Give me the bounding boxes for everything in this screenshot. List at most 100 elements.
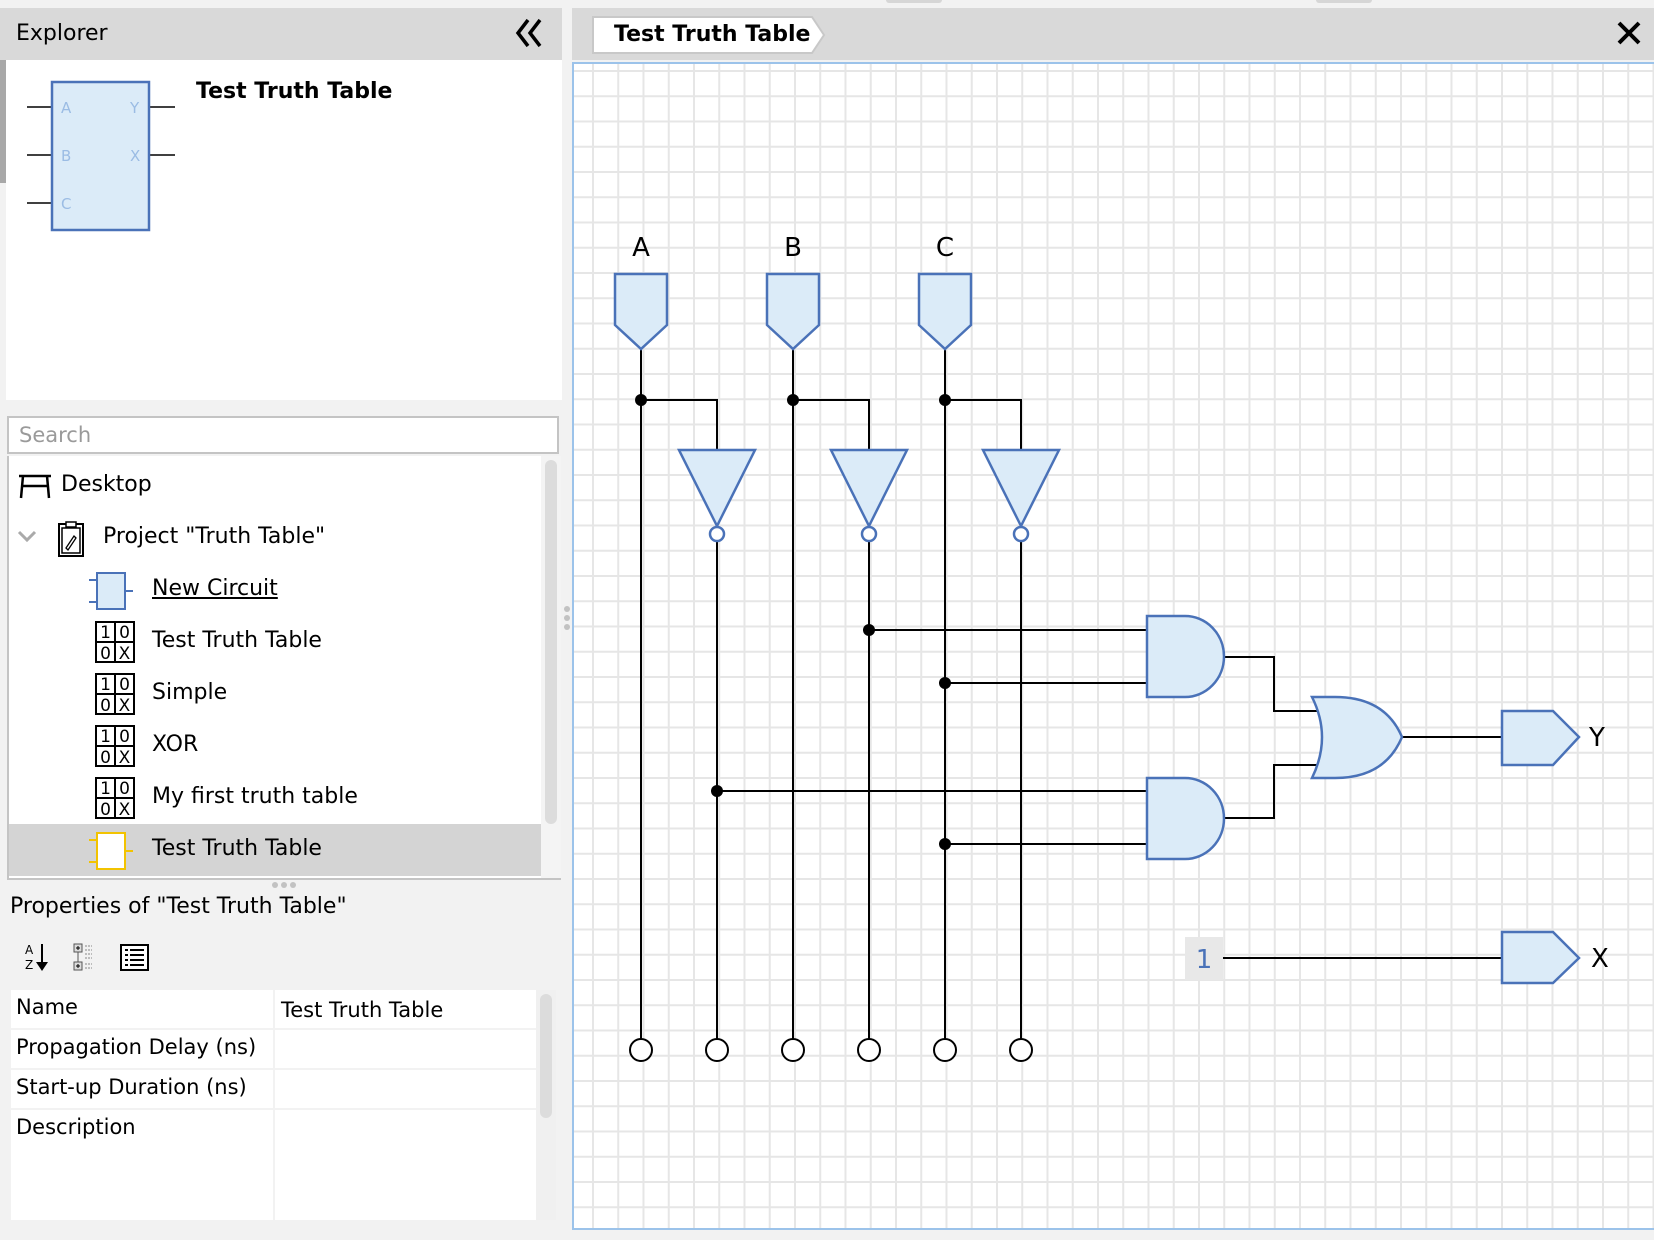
property-value-field[interactable]: Test Truth Table: [275, 990, 538, 1028]
project-tree: Desktop Project "Truth Table" New Circuit 1…: [7, 456, 561, 880]
junction-dot: [787, 394, 799, 406]
tree-item[interactable]: Test Truth Table: [9, 824, 541, 876]
property-value-field[interactable]: [275, 1070, 538, 1108]
properties-scrollbar-thumb[interactable]: [540, 994, 552, 1118]
svg-text:0: 0: [100, 800, 111, 819]
explorer-title: Explorer: [16, 21, 108, 46]
probe-c[interactable]: [933, 1038, 957, 1062]
and-gate-2[interactable]: [1145, 776, 1226, 861]
wire-c-to-not[interactable]: [945, 399, 1022, 450]
horizontal-splitter-handle[interactable]: [272, 882, 296, 888]
tree-item[interactable]: New Circuit: [9, 564, 541, 616]
not-gate-b[interactable]: [828, 448, 910, 529]
property-key: Propagation Delay (ns): [16, 1035, 257, 1059]
probe-not-b[interactable]: [857, 1038, 881, 1062]
property-row-startup-duration: Start-up Duration (ns): [11, 1070, 538, 1108]
tree-item[interactable]: 1 0 0 X My first truth table: [9, 772, 541, 824]
not-gate-a[interactable]: [676, 448, 758, 529]
wire-b-to-not[interactable]: [793, 399, 870, 450]
and-gate-1[interactable]: [1145, 614, 1226, 699]
input-pin-b[interactable]: [765, 272, 821, 351]
wire-and1-or[interactable]: [1224, 656, 1318, 712]
sort-alphabetical-icon: A Z: [25, 943, 48, 972]
input-pin-c[interactable]: [917, 272, 973, 351]
truth-table-icon: 1 00 X: [95, 621, 135, 663]
constant-value: 1: [1196, 945, 1213, 975]
circuit-diagram[interactable]: A B C Y X 1: [574, 64, 1654, 1228]
window-handle: [886, 0, 942, 3]
svg-text:0: 0: [100, 644, 111, 663]
description-toggle-button[interactable]: [118, 940, 152, 974]
explorer-header: Explorer: [0, 8, 562, 60]
probe-not-c[interactable]: [1009, 1038, 1033, 1062]
svg-text:1: 1: [100, 779, 111, 799]
desktop-icon: [19, 474, 51, 499]
search-field[interactable]: [7, 416, 559, 454]
svg-text:0: 0: [100, 748, 111, 767]
preview-pin-a: A: [61, 99, 72, 117]
double-chevron-left-icon[interactable]: [514, 16, 544, 58]
or-gate[interactable]: [1309, 695, 1404, 780]
categorized-button[interactable]: [70, 940, 104, 974]
tree-item[interactable]: Desktop: [9, 460, 541, 512]
wire-a-to-not[interactable]: [641, 399, 718, 450]
truth-table-icon: 1 00 X: [95, 777, 135, 819]
truth-table-icon: 1 00 X: [95, 725, 135, 767]
categorized-icon: [73, 943, 92, 971]
vertical-splitter-handle[interactable]: [564, 606, 570, 630]
preview-component-name: Test Truth Table: [196, 79, 393, 104]
not-gate-b-bubble: [860, 525, 878, 543]
tree-item[interactable]: 1 0 0 X XOR: [9, 720, 541, 772]
property-key: Name: [16, 995, 78, 1019]
input-label-a: A: [632, 233, 650, 263]
tab-label: Test Truth Table: [614, 22, 811, 47]
window-handle: [1316, 0, 1372, 3]
input-pin-a[interactable]: [613, 272, 669, 351]
property-value-field[interactable]: [275, 1030, 538, 1068]
property-key: Description: [16, 1115, 136, 1139]
output-pin-x[interactable]: [1500, 930, 1581, 985]
search-input[interactable]: [9, 418, 557, 452]
circuit-selected-icon: [89, 832, 133, 870]
junction-dot: [939, 394, 951, 406]
output-label-y: Y: [1588, 723, 1605, 753]
svg-text:X: X: [119, 800, 131, 819]
junction-dot: [635, 394, 647, 406]
tree-item[interactable]: 1 0 0 X Test Truth Table: [9, 616, 541, 668]
close-icon: [1617, 21, 1641, 45]
svg-text:X: X: [119, 696, 131, 715]
tree-scrollbar-thumb[interactable]: [545, 460, 557, 824]
output-label-x: X: [1591, 944, 1609, 974]
svg-text:0: 0: [119, 779, 130, 799]
tree-item-label: Test Truth Table: [152, 836, 322, 861]
input-label-b: B: [784, 233, 802, 263]
property-key: Start-up Duration (ns): [16, 1075, 247, 1099]
tree-item-label: Desktop: [61, 472, 152, 497]
probe-a[interactable]: [629, 1038, 653, 1062]
junction-dot: [863, 624, 875, 636]
not-gate-c-bubble: [1012, 525, 1030, 543]
property-value-field[interactable]: [275, 1110, 538, 1220]
not-gate-c[interactable]: [980, 448, 1062, 529]
tree-item[interactable]: 1 0 0 X Simple: [9, 668, 541, 720]
wire-and2-or[interactable]: [1224, 764, 1318, 819]
sort-alphabetical-button[interactable]: A Z: [22, 940, 56, 974]
probe-b[interactable]: [781, 1038, 805, 1062]
svg-text:0: 0: [100, 696, 111, 715]
svg-text:X: X: [119, 644, 131, 663]
tree-item[interactable]: Project "Truth Table": [9, 512, 541, 564]
output-pin-y[interactable]: [1500, 709, 1581, 767]
chevron-down-icon[interactable]: [17, 530, 37, 544]
junction-dot: [711, 785, 723, 797]
not-gate-a-bubble: [708, 525, 726, 543]
probe-not-a[interactable]: [705, 1038, 729, 1062]
svg-text:1: 1: [100, 727, 111, 747]
tree-item-label: Test Truth Table: [152, 628, 322, 653]
circuit-canvas[interactable]: A B C Y X 1: [572, 62, 1654, 1230]
property-value[interactable]: Test Truth Table: [281, 998, 443, 1022]
close-button[interactable]: [1612, 16, 1646, 50]
preview-pin-x: X: [130, 147, 140, 165]
editor-header: Test Truth Table: [572, 8, 1654, 60]
circuit-icon: [89, 572, 133, 610]
tree-item-label: XOR: [152, 732, 199, 757]
